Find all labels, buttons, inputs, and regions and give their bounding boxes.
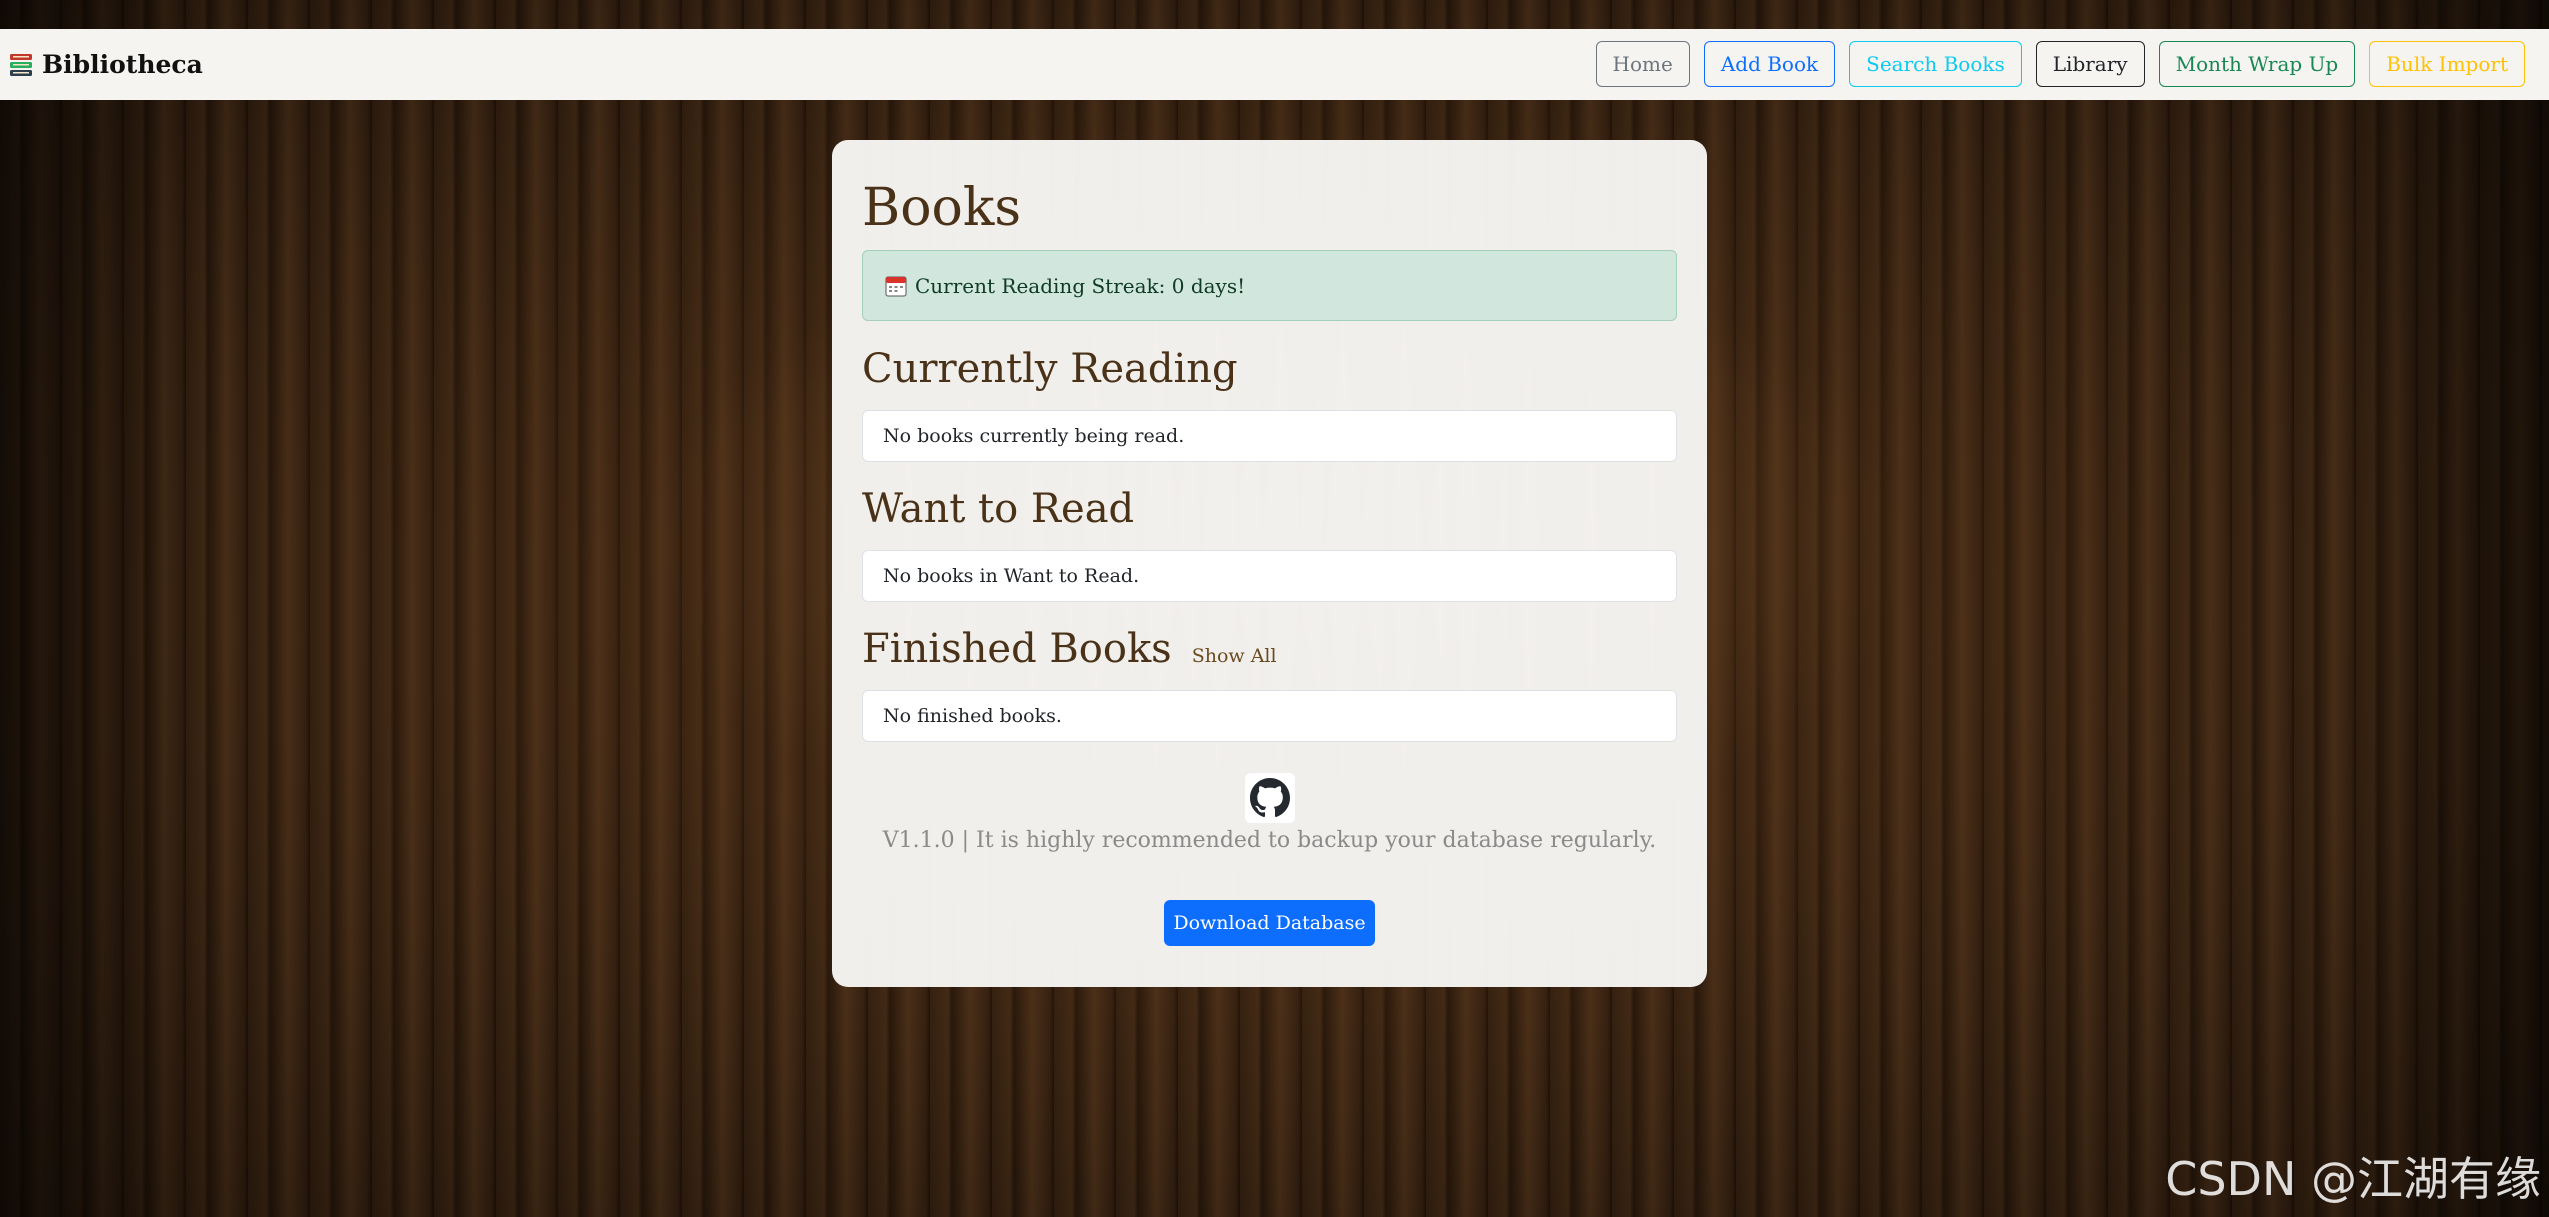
page-title: Books xyxy=(862,178,1022,238)
brand-name: Bibliotheca xyxy=(42,50,203,79)
want-to-read-title: Want to Read xyxy=(862,486,1135,532)
want-to-read-heading: Want to Read xyxy=(862,486,1134,532)
footer-note: V1.1.0 | It is highly recommended to bac… xyxy=(882,828,1657,853)
currently-reading-heading: Currently Reading xyxy=(862,346,1238,392)
currently-reading-title: Currently Reading xyxy=(862,346,1238,392)
streak-text: Current Reading Streak: 0 days! xyxy=(915,273,1246,298)
currently-reading-empty: No books currently being read. xyxy=(862,410,1677,462)
nav-buttons: Home Add Book Search Books Library Month… xyxy=(1595,41,2525,87)
books-icon xyxy=(10,53,32,76)
main-card: Books Current Reading Streak: 0 days! Cu… xyxy=(832,140,1707,987)
show-all-link[interactable]: Show All xyxy=(1192,645,1277,667)
finished-books-heading: Finished Books Show All xyxy=(862,626,1277,672)
finished-books-empty: No finished books. xyxy=(862,690,1677,742)
reading-streak-alert: Current Reading Streak: 0 days! xyxy=(862,250,1677,321)
home-button[interactable]: Home xyxy=(1595,41,1690,87)
download-database-button[interactable]: Download Database xyxy=(1164,900,1375,946)
library-button[interactable]: Library xyxy=(2035,41,2145,87)
month-wrap-up-button[interactable]: Month Wrap Up xyxy=(2158,41,2356,87)
navbar: Bibliotheca Home Add Book Search Books L… xyxy=(0,29,2549,100)
search-books-button[interactable]: Search Books xyxy=(1849,41,2022,87)
github-icon xyxy=(1250,778,1290,818)
add-book-button[interactable]: Add Book xyxy=(1703,41,1836,87)
finished-books-title: Finished Books xyxy=(862,626,1172,672)
github-link[interactable] xyxy=(1245,773,1295,823)
bulk-import-button[interactable]: Bulk Import xyxy=(2369,41,2525,87)
brand[interactable]: Bibliotheca xyxy=(8,50,203,79)
calendar-icon xyxy=(885,276,907,296)
watermark: CSDN @江湖有缘 xyxy=(2165,1152,2541,1206)
want-to-read-empty: No books in Want to Read. xyxy=(862,550,1677,602)
